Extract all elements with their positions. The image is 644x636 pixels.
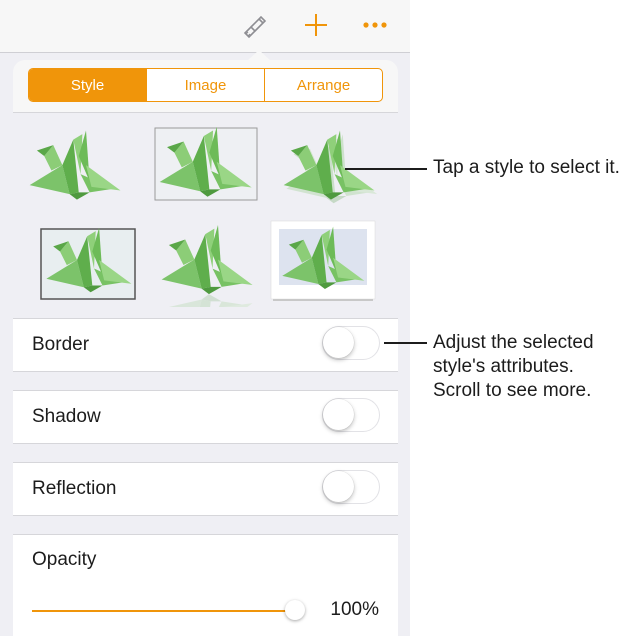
border-toggle[interactable] — [322, 326, 380, 360]
attributes-callout-line-2: style's attributes. — [433, 356, 574, 377]
style-option-plain[interactable] — [21, 121, 131, 211]
attributes-callout: Adjust the selected style's attributes. … — [433, 331, 594, 403]
style-option-reflection[interactable] — [153, 220, 263, 310]
style-option-white-frame[interactable] — [269, 217, 379, 307]
format-brush-icon[interactable] — [240, 10, 270, 40]
tab-arrange[interactable]: Arrange — [265, 69, 382, 101]
opacity-row: Opacity 100% — [13, 534, 398, 636]
reflection-toggle-knob — [323, 471, 354, 502]
style-option-thin-border[interactable] — [151, 121, 261, 211]
reflection-toggle[interactable] — [322, 470, 380, 504]
style-grid — [13, 113, 398, 319]
more-icon[interactable] — [360, 10, 390, 40]
styles-callout-line — [345, 168, 427, 170]
styles-callout: Tap a style to select it. — [433, 157, 620, 178]
border-row: Border — [13, 318, 398, 372]
attributes-callout-line-3: Scroll to see more. — [433, 380, 592, 401]
shadow-label: Shadow — [32, 406, 101, 427]
border-label: Border — [32, 334, 90, 355]
reflection-label: Reflection — [32, 478, 117, 499]
opacity-slider-knob[interactable] — [285, 600, 305, 620]
format-popover: Style Image Arrange Border Shadow Reflec… — [13, 60, 398, 636]
attributes-callout-line-1: Adjust the selected — [433, 332, 594, 353]
attributes-callout-line — [384, 342, 427, 344]
opacity-label: Opacity — [32, 549, 97, 570]
shadow-row: Shadow — [13, 390, 398, 444]
style-option-shadow[interactable] — [275, 121, 385, 211]
opacity-slider-track[interactable] — [32, 610, 297, 612]
reflection-row: Reflection — [13, 462, 398, 516]
border-toggle-knob — [323, 327, 354, 358]
opacity-value: 100% — [330, 599, 379, 620]
add-icon[interactable] — [301, 10, 331, 40]
tab-bar: Style Image Arrange — [13, 60, 398, 113]
segmented-control: Style Image Arrange — [28, 68, 383, 102]
style-option-dark-border[interactable] — [33, 220, 143, 310]
shadow-toggle-knob — [323, 399, 354, 430]
toolbar — [0, 0, 410, 53]
shadow-toggle[interactable] — [322, 398, 380, 432]
tab-image[interactable]: Image — [147, 69, 265, 101]
tab-style[interactable]: Style — [29, 69, 147, 101]
